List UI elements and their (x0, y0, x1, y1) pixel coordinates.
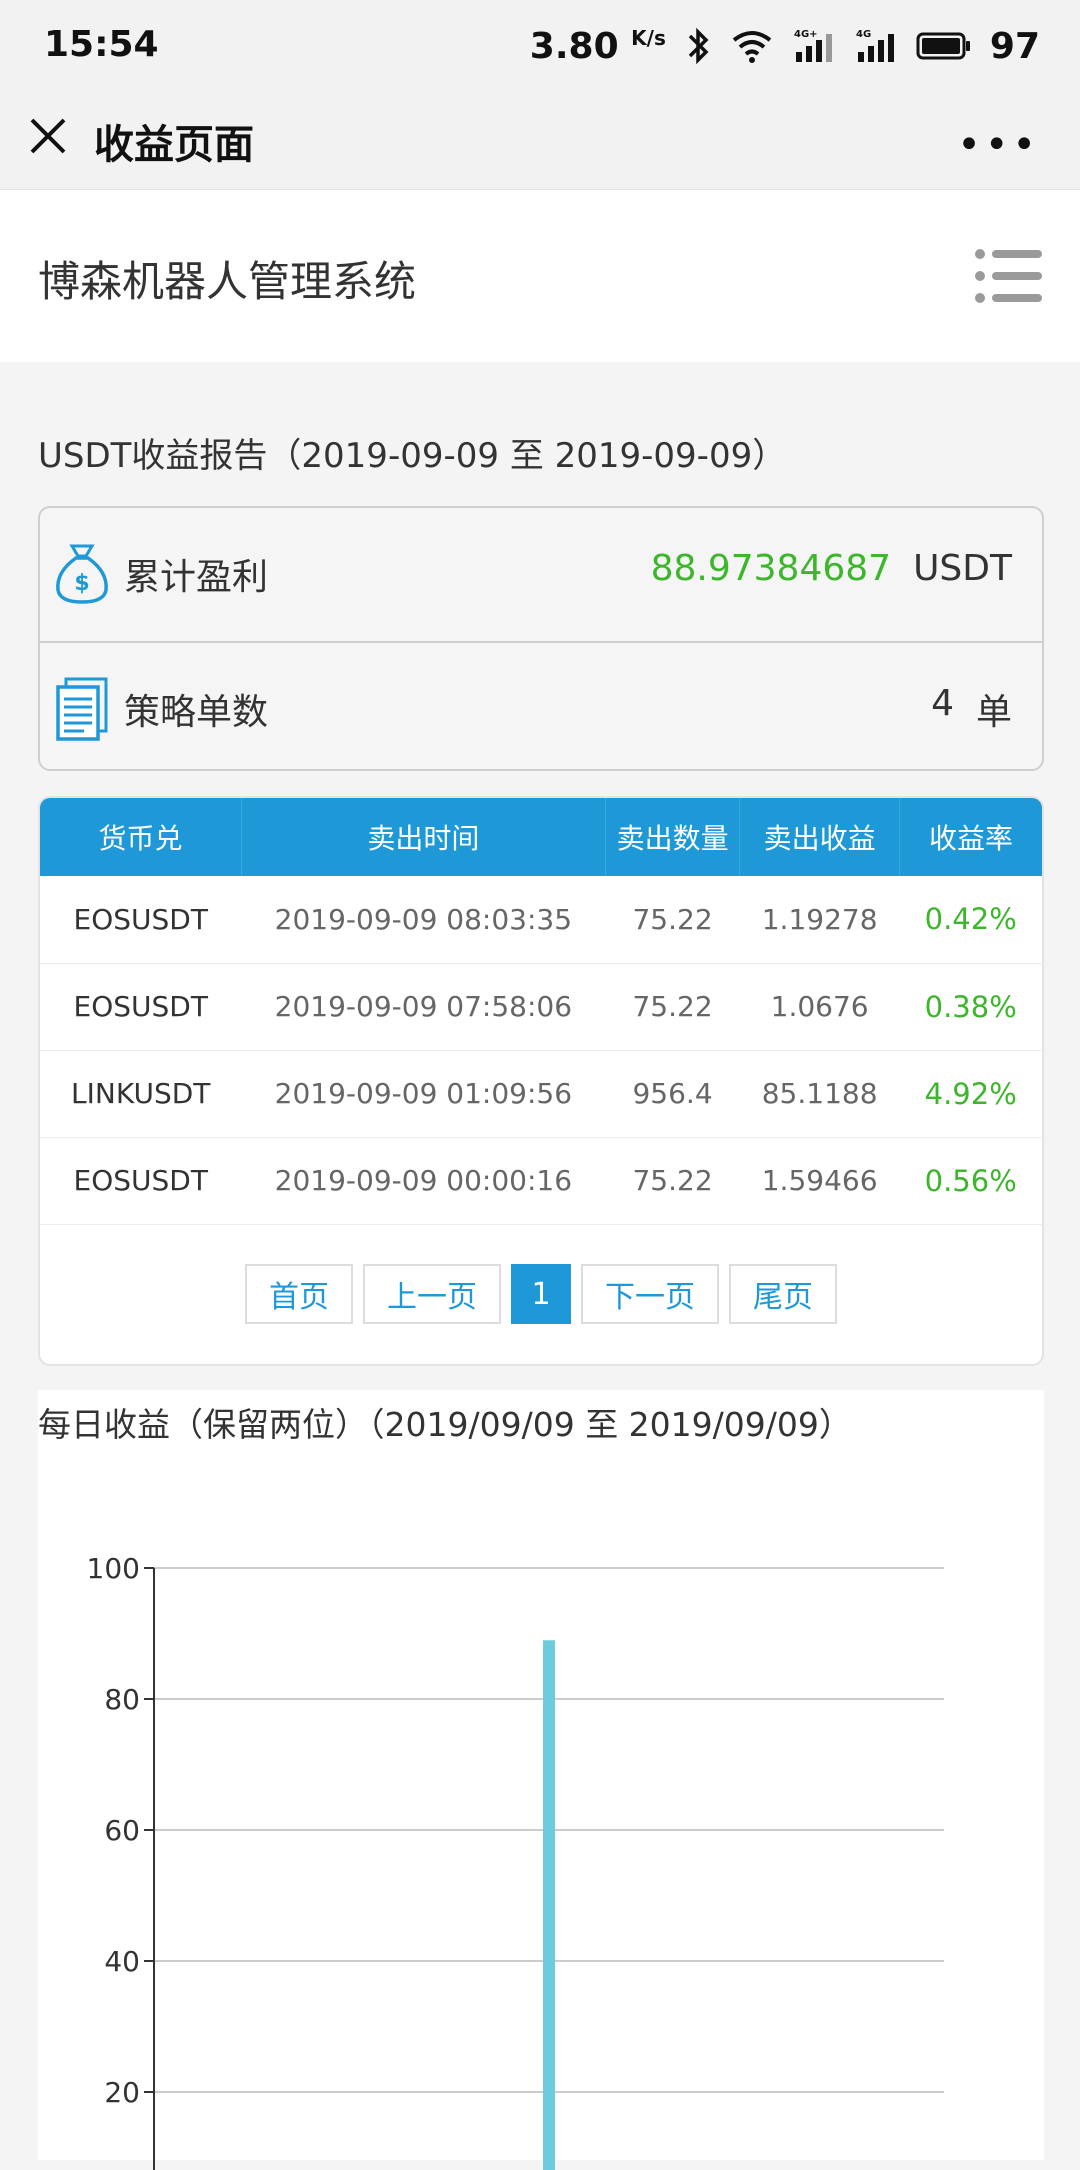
wifi-icon (732, 31, 772, 63)
col-header-time: 卖出时间 (241, 798, 606, 876)
profit-row: $ 累计盈利 88.97384687 USDT (40, 508, 1042, 639)
status-bar: 15:54 3.80 K/s 4G+ 4G 97 (0, 0, 1080, 92)
orders-label: 策略单数 (124, 692, 269, 733)
last-page-button[interactable]: 尾页 (729, 1264, 837, 1324)
cell-pair: LINKUSDT (71, 1077, 211, 1110)
first-page-button[interactable]: 首页 (245, 1264, 353, 1324)
cell-qty: 75.22 (632, 1164, 713, 1197)
profit-value: 88.97384687 (650, 548, 892, 589)
cell-time: 2019-09-09 07:58:06 (274, 990, 573, 1023)
profit-label: 累计盈利 (124, 557, 269, 598)
chart-title: 每日收益（保留两位）（2019/09/09 至 2019/09/09） (38, 1405, 852, 1444)
y-tick-label: 100 (87, 1552, 140, 1585)
pagination: 首页 上一页 1 下一页 尾页 (40, 1264, 1042, 1324)
orders-value-wrap: 4 单 (931, 683, 1012, 735)
money-bag-icon: $ (56, 544, 108, 604)
trades-table: 货币兑 卖出时间 卖出数量 卖出收益 收益率 EOSUSDT 2019-09-0… (40, 798, 1042, 1225)
cell-pair: EOSUSDT (73, 990, 208, 1023)
cell-rate: 0.56% (924, 1163, 1017, 1198)
daily-profit-chart-card: 每日收益（保留两位）（2019/09/09 至 2019/09/09） 20 40… (38, 1390, 1044, 2170)
cell-rate: 4.92% (924, 1076, 1017, 1111)
cell-rate: 0.38% (924, 989, 1017, 1024)
daily-profit-chart: 20 40 60 80 100 (87, 1552, 944, 2170)
battery-icon (916, 32, 970, 60)
orders-value: 4 (931, 683, 954, 724)
cell-profit: 1.59466 (761, 1164, 878, 1197)
cell-qty: 75.22 (632, 902, 713, 936)
col-header-qty: 卖出数量 (605, 798, 741, 876)
net-speed: 3.80 K/s (529, 25, 666, 67)
profit-value-wrap: 88.97384687 USDT (651, 548, 1012, 589)
y-tick-label: 20 (104, 2076, 140, 2109)
table-row: EOSUSDT 2019-09-09 08:03:35 75.22 1.1927… (40, 876, 1042, 963)
app-title: 博森机器人管理系统 (38, 257, 417, 306)
cell-qty: 956.4 (632, 1077, 713, 1110)
cell-time: 2019-09-09 08:03:35 (274, 902, 573, 936)
next-page-button[interactable]: 下一页 (581, 1264, 719, 1324)
report-title: USDT收益报告（2019-09-09 至 2019-09-09） (38, 436, 787, 476)
svg-text:4G: 4G (856, 29, 871, 40)
y-tick-label: 40 (104, 1945, 140, 1978)
cell-profit: 85.1188 (761, 1077, 878, 1110)
y-tick-label: 60 (104, 1814, 140, 1847)
more-icon[interactable]: ••• (957, 122, 1040, 168)
table-row: EOSUSDT 2019-09-09 07:58:06 75.22 1.0676… (40, 963, 1042, 1050)
page-title: 收益页面 (94, 122, 254, 168)
cell-qty: 75.22 (632, 990, 713, 1023)
bar (543, 1640, 555, 2170)
profit-unit: USDT (913, 548, 1012, 589)
title-bar: 收益页面 ••• (0, 92, 1080, 190)
col-header-rate: 收益率 (928, 822, 1013, 855)
cell-pair: EOSUSDT (73, 902, 208, 936)
signal-4g-icon-2: 4G (856, 29, 894, 62)
cell-rate: 0.42% (924, 902, 1017, 937)
menu-list-icon[interactable] (974, 246, 1044, 306)
orders-unit: 单 (975, 692, 1012, 733)
status-icons: 3.80 K/s 4G+ 4G 97 (530, 22, 1040, 70)
app-header: 博森机器人管理系统 (0, 190, 1080, 362)
svg-text:4G+: 4G+ (794, 29, 818, 40)
prev-page-button[interactable]: 上一页 (363, 1264, 501, 1324)
trades-table-card: 货币兑 卖出时间 卖出数量 卖出收益 收益率 EOSUSDT 2019-09-0… (38, 796, 1044, 1366)
cell-profit: 1.19278 (761, 902, 878, 936)
y-tick-label: 80 (104, 1683, 140, 1716)
cell-time: 2019-09-09 00:00:16 (274, 1164, 573, 1197)
bluetooth-icon (688, 27, 709, 65)
table-header-row: 货币兑 卖出时间 卖出数量 卖出收益 收益率 (40, 798, 1042, 876)
battery-level: 97 (989, 25, 1040, 67)
table-row: EOSUSDT 2019-09-09 00:00:16 75.22 1.5946… (40, 1137, 1042, 1224)
close-icon[interactable] (26, 114, 70, 158)
status-time: 15:54 (44, 24, 159, 65)
document-icon (56, 677, 108, 741)
table-row: LINKUSDT 2019-09-09 01:09:56 956.4 85.11… (40, 1050, 1042, 1137)
cell-time: 2019-09-09 01:09:56 (274, 1077, 573, 1110)
orders-row: 策略单数 4 单 (40, 641, 1042, 772)
svg-text:$: $ (74, 571, 89, 596)
cell-profit: 1.0676 (770, 990, 869, 1023)
summary-card: $ 累计盈利 88.97384687 USDT 策略单数 4 单 (38, 506, 1044, 771)
cell-pair: EOSUSDT (73, 1164, 208, 1197)
col-header-profit: 卖出收益 (739, 798, 900, 876)
current-page-button[interactable]: 1 (511, 1264, 571, 1324)
col-header-pair: 货币兑 (40, 798, 242, 876)
signal-4g-icon: 4G+ (794, 29, 832, 62)
